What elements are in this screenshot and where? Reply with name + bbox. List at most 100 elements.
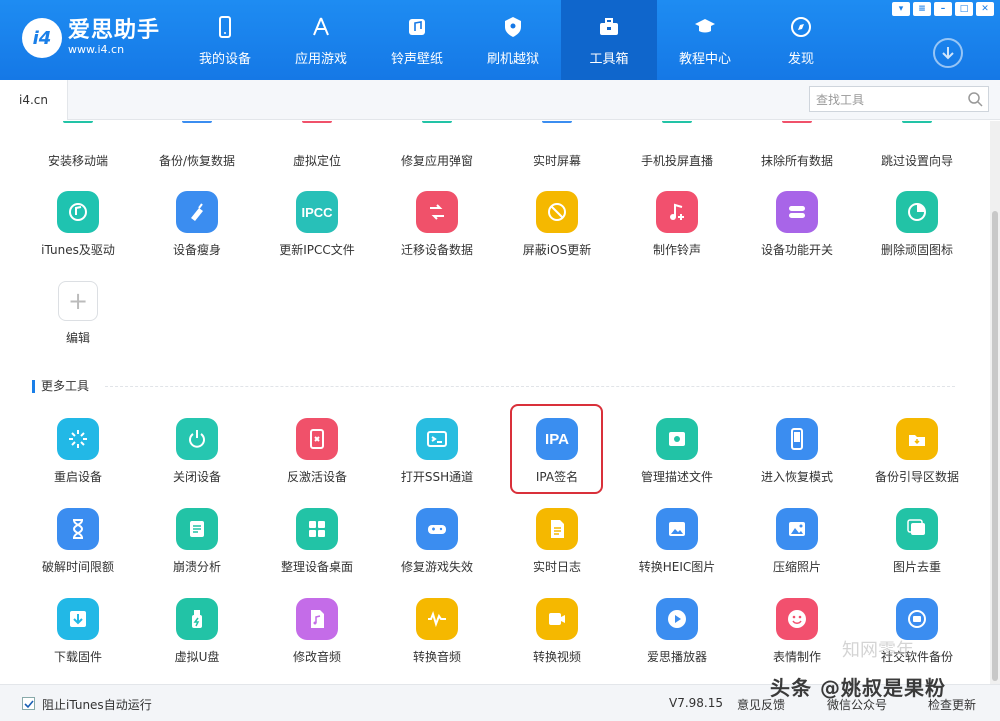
tool-player[interactable]: 爱思播放器 [617, 598, 737, 665]
maximize-button[interactable]: □ [955, 2, 973, 16]
tool-label: iTunes及驱动 [41, 243, 115, 257]
broom-icon [191, 203, 203, 221]
tool-audio-edit[interactable]: 修改音频 [257, 598, 377, 665]
tool-label[interactable]: 实时屏幕 [497, 152, 617, 169]
tool-audio-convert[interactable]: 转换音频 [377, 598, 497, 665]
itunes-checkbox[interactable] [22, 697, 35, 710]
partial-icon[interactable] [302, 121, 332, 123]
nav-item-2[interactable]: 铃声壁纸 [369, 0, 465, 80]
tool-ipcc[interactable]: IPCC 更新IPCC文件 [257, 191, 377, 258]
partial-icon[interactable] [662, 121, 692, 123]
nav-item-3[interactable]: 刷机越狱 [465, 0, 561, 80]
nav-item-1[interactable]: 应用游戏 [273, 0, 369, 80]
partial-icon[interactable] [422, 121, 452, 123]
skin-button[interactable]: ▾ [892, 2, 910, 16]
tool-label: 反激活设备 [286, 470, 347, 484]
tool-label[interactable]: 虚拟定位 [257, 152, 377, 169]
pie-icon [908, 203, 926, 221]
tool-label: 编辑 [65, 331, 90, 345]
tool-photo[interactable]: 压缩照片 [737, 508, 857, 575]
usb-drive-icon [192, 610, 202, 628]
tab-i4cn[interactable]: i4.cn [0, 80, 68, 120]
tool-crash-log[interactable]: 崩溃分析 [137, 508, 257, 575]
scrollbar[interactable] [990, 121, 1000, 684]
toolbox-icon [600, 18, 618, 35]
close-button[interactable]: ✕ [976, 2, 994, 16]
partial-icon[interactable] [63, 121, 93, 123]
tool-label: 制作铃声 [652, 243, 701, 257]
tool-label[interactable]: 跳过设置向导 [857, 152, 977, 169]
ipa-icon: IPA [545, 430, 569, 448]
toggle-icon [789, 206, 805, 218]
tool-hourglass[interactable]: 破解时间限额 [18, 508, 138, 575]
download-firmware-icon [70, 611, 86, 627]
search-input[interactable]: 查找工具 [809, 86, 989, 112]
tool-label[interactable]: 安装移动端 [18, 152, 138, 169]
tool-label: IPA签名 [535, 470, 579, 484]
tool-grid[interactable]: 整理设备桌面 [257, 508, 377, 575]
tool-ipa[interactable]: IPA IPA签名 [497, 418, 617, 485]
log-icon [551, 520, 564, 538]
nav-item-5[interactable]: 教程中心 [657, 0, 753, 80]
tool-heic[interactable]: 转换HEIC图片 [617, 508, 737, 575]
app-name: 爱思助手 [68, 18, 161, 43]
transfer-icon [430, 204, 444, 220]
tool-power[interactable]: 关闭设备 [137, 418, 257, 485]
tool-usb-drive[interactable]: 虚拟U盘 [137, 598, 257, 665]
menu-button[interactable]: ≡ [913, 2, 931, 16]
tool-ringtone[interactable]: 制作铃声 [617, 191, 737, 258]
itunes-checkbox-label[interactable]: 阻止iTunes自动运行 [42, 696, 152, 713]
partial-icon[interactable] [182, 121, 212, 123]
app-logo[interactable]: i4 爱思助手 www.i4.cn [22, 18, 160, 58]
tool-profile-gear[interactable]: 管理描述文件 [617, 418, 737, 485]
tool-download-firmware[interactable]: 下载固件 [18, 598, 138, 665]
tool-label[interactable]: 手机投屏直播 [617, 152, 737, 169]
partial-icon[interactable] [782, 121, 812, 123]
minimize-button[interactable]: – [934, 2, 952, 16]
partial-icon[interactable] [542, 121, 572, 123]
partial-icon[interactable] [902, 121, 932, 123]
tool-gamepad[interactable]: 修复游戏失效 [377, 508, 497, 575]
tool-label: 爱思播放器 [646, 650, 707, 664]
tool-video-convert[interactable]: 转换视频 [497, 598, 617, 665]
scroll-thumb[interactable] [992, 211, 998, 681]
nav-item-0[interactable]: 我的设备 [177, 0, 273, 80]
nav-label: 发现 [787, 52, 814, 67]
tool-label: 设备功能开关 [760, 243, 833, 257]
audio-convert-icon [428, 610, 446, 628]
tool-restart[interactable]: 重启设备 [18, 418, 138, 485]
tool-log[interactable]: 实时日志 [497, 508, 617, 575]
tool-label: 转换音频 [412, 650, 461, 664]
tool-deactivate[interactable]: 反激活设备 [257, 418, 377, 485]
download-button[interactable] [933, 38, 963, 68]
tool-toggle[interactable]: 设备功能开关 [737, 191, 857, 258]
nav-item-4[interactable]: 工具箱 [561, 0, 657, 80]
tool-pie[interactable]: 删除顽固图标 [857, 191, 977, 258]
tool-label[interactable]: 备份/恢复数据 [137, 152, 257, 169]
tool-dedupe[interactable]: 图片去重 [857, 508, 977, 575]
tool-broom[interactable]: 设备瘦身 [137, 191, 257, 258]
tool-block-update[interactable]: 屏蔽iOS更新 [497, 191, 617, 258]
player-icon [668, 610, 686, 628]
tool-label: 破解时间限额 [41, 560, 114, 574]
tool-music-gear[interactable]: iTunes及驱动 [18, 191, 138, 258]
profile-gear-icon [669, 432, 685, 446]
tool-terminal[interactable]: 打开SSH通道 [377, 418, 497, 485]
tool-emoji[interactable]: 表情制作 [737, 598, 857, 665]
social-backup-icon [908, 610, 926, 628]
terminal-icon [427, 431, 447, 447]
tool-label: 转换视频 [532, 650, 581, 664]
nav-item-6[interactable]: 发现 [753, 0, 849, 80]
tool-label[interactable]: 抹除所有数据 [737, 152, 857, 169]
deactivate-icon [310, 429, 324, 449]
tool-label[interactable]: 修复应用弹窗 [377, 152, 497, 169]
tool-backup-boot[interactable]: 备份引导区数据 [857, 418, 977, 485]
tool-transfer[interactable]: 迁移设备数据 [377, 191, 497, 258]
ringtone-icon [670, 203, 684, 220]
tool-label: 转换HEIC图片 [638, 560, 716, 574]
edit-tool[interactable]: + 编辑 [18, 281, 138, 346]
nav-label: 我的设备 [198, 52, 251, 67]
nav-label: 应用游戏 [294, 52, 347, 67]
tool-recovery[interactable]: 进入恢复模式 [737, 418, 857, 485]
grid-icon [309, 521, 325, 537]
